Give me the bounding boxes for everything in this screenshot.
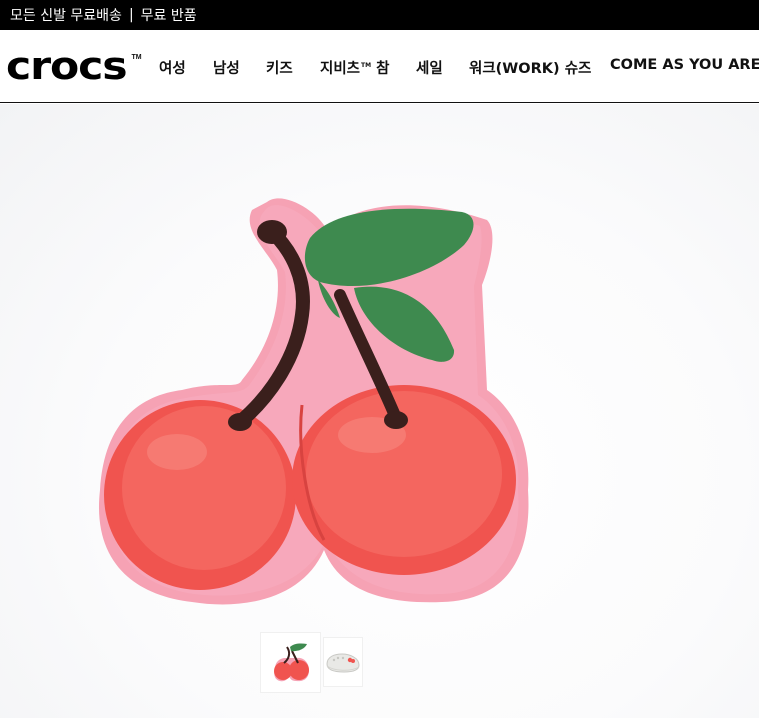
main-nav: 여성 남성 키즈 지비츠TM 참 세일 워크(WORK) 슈즈 COME AS … <box>0 30 759 103</box>
nav-item-women[interactable]: 여성 <box>159 57 186 78</box>
nav-label-work: 워크(WORK) 슈즈 <box>469 61 592 77</box>
cherry-charm-thumbnail <box>273 642 309 681</box>
nav-label-come-as-you-are: COME AS YOU ARE <box>610 57 759 73</box>
promo-separator: | <box>128 7 134 23</box>
nav-item-come-as-you-are[interactable]: COME AS YOU ARETM <box>610 57 759 73</box>
nav-trademark-jibbitz: TM <box>361 62 372 70</box>
promo-bar: 모든 신발 무료배송 | 무료 반품 <box>0 0 759 30</box>
nav-label-men: 남성 <box>213 61 240 77</box>
thumbnail-strip <box>260 632 363 693</box>
product-gallery <box>0 104 759 718</box>
nav-label-jibbitz: 지비츠 <box>320 61 361 77</box>
clog-with-charm-thumbnail <box>326 653 360 673</box>
nav-label-women: 여성 <box>159 61 186 77</box>
nav-label-kids: 키즈 <box>266 61 293 77</box>
nav-item-jibbitz-charms[interactable]: 지비츠TM 참 <box>320 57 390 78</box>
thumbnail-clog-with-charm[interactable] <box>323 637 363 687</box>
free-shipping-link[interactable]: 모든 신발 무료배송 <box>10 5 122 25</box>
thumbnail-cherry-charm[interactable] <box>260 632 321 693</box>
nav-label-sale: 세일 <box>416 61 443 77</box>
nav-item-sale[interactable]: 세일 <box>416 57 443 78</box>
cherry-charm-image[interactable] <box>92 190 534 615</box>
nav-item-work-shoes[interactable]: 워크(WORK) 슈즈 <box>469 57 591 78</box>
nav-label-charms: 참 <box>376 61 390 77</box>
nav-item-men[interactable]: 남성 <box>213 57 240 78</box>
nav-item-kids[interactable]: 키즈 <box>266 57 293 78</box>
site-header: crocs TM 여성 남성 키즈 지비츠TM 참 세일 워크(WORK) 슈즈… <box>0 30 759 103</box>
free-returns-link[interactable]: 무료 반품 <box>141 5 197 25</box>
